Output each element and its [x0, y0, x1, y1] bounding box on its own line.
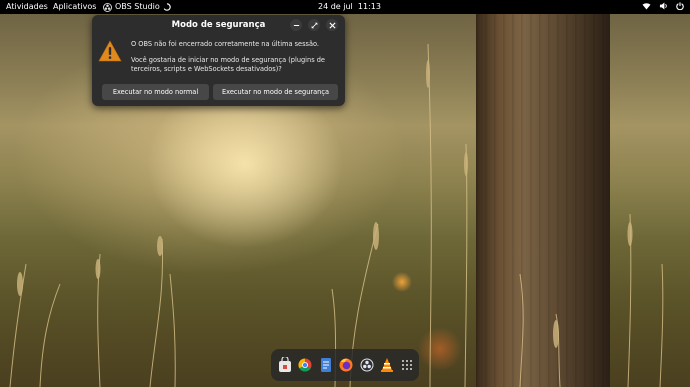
app-menu-label: OBS Studio [115, 2, 160, 11]
run-normal-mode-button[interactable]: Executar no modo normal [102, 84, 209, 100]
obs-icon[interactable] [360, 357, 374, 373]
close-button[interactable] [326, 19, 338, 31]
maximize-button[interactable] [308, 19, 320, 31]
vlc-icon[interactable] [380, 357, 394, 373]
maximize-icon [311, 22, 317, 28]
run-safe-mode-button[interactable]: Executar no modo de segurança [213, 84, 338, 100]
close-icon [328, 21, 336, 29]
software-center-icon[interactable] [278, 357, 292, 373]
text-editor-icon[interactable] [319, 357, 333, 373]
clock-button[interactable]: 24 de jul 11:13 [318, 2, 381, 12]
loading-spinner-icon [163, 3, 171, 11]
app-menu-button[interactable]: OBS Studio [103, 2, 171, 12]
minimize-button[interactable] [290, 19, 302, 31]
warning-icon [98, 40, 122, 62]
applications-button[interactable]: Aplicativos [53, 2, 96, 12]
dialog-message: O OBS não foi encerrado corretamente na … [131, 40, 341, 74]
volume-icon [659, 2, 667, 10]
dock [271, 349, 419, 381]
message-crash-notice: O OBS não foi encerrado corretamente na … [131, 40, 319, 48]
top-bar: Atividades Aplicativos OBS Studio 24 de … [0, 0, 690, 14]
activities-button[interactable]: Atividades [6, 2, 48, 12]
obs-icon [103, 2, 112, 12]
chrome-icon[interactable] [298, 357, 312, 373]
power-icon [676, 2, 684, 10]
safe-mode-dialog: Modo de segurança O OBS não foi encerrad… [92, 15, 345, 106]
app-grid-icon[interactable] [400, 357, 414, 373]
minimize-icon [293, 24, 299, 26]
wifi-icon [642, 3, 651, 10]
firefox-icon[interactable] [339, 357, 353, 373]
message-safe-mode-question: Você gostaria de iniciar no modo de segu… [131, 56, 325, 73]
system-status-menu[interactable] [642, 2, 684, 10]
